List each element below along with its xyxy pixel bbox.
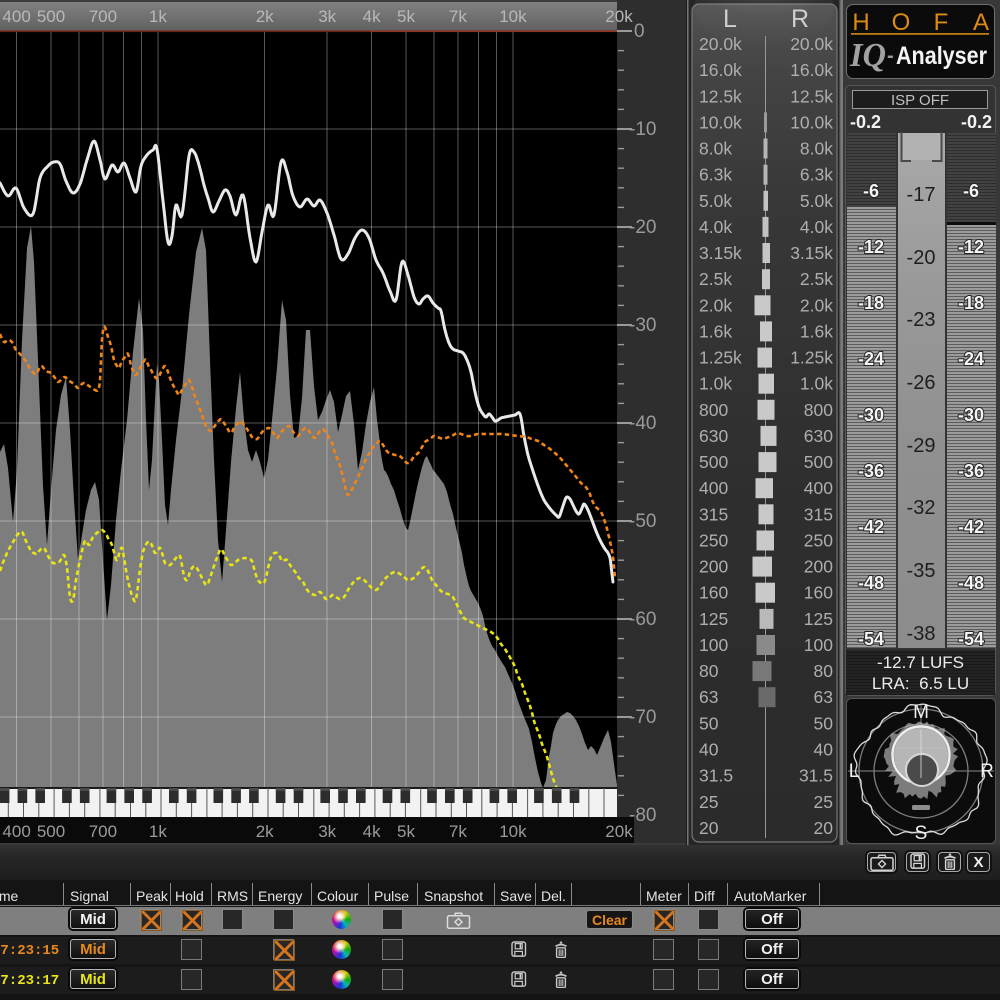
svg-text:80: 80 xyxy=(814,661,834,681)
svg-text:2.5k: 2.5k xyxy=(699,269,732,289)
svg-text:3k: 3k xyxy=(318,822,336,841)
svg-text:200: 200 xyxy=(699,557,728,577)
svg-text:700: 700 xyxy=(89,7,117,26)
svg-text:8.0k: 8.0k xyxy=(699,139,732,159)
svg-text:1.0k: 1.0k xyxy=(699,374,732,394)
svg-text:-10: -10 xyxy=(629,119,656,140)
svg-text:400: 400 xyxy=(2,7,30,26)
svg-text:400: 400 xyxy=(804,478,833,498)
svg-text:L: L xyxy=(723,5,737,33)
svg-text:4.0k: 4.0k xyxy=(800,217,833,237)
svg-text:31.5: 31.5 xyxy=(699,766,733,786)
svg-text:700: 700 xyxy=(89,822,117,841)
svg-text:2.0k: 2.0k xyxy=(800,295,833,315)
svg-text:-20: -20 xyxy=(629,217,656,238)
svg-text:8.0k: 8.0k xyxy=(800,139,833,159)
svg-text:R: R xyxy=(980,761,994,782)
svg-text:50: 50 xyxy=(699,713,719,733)
svg-text:S: S xyxy=(915,823,928,844)
svg-text:16.0k: 16.0k xyxy=(790,60,833,80)
svg-text:800: 800 xyxy=(804,400,833,420)
svg-text:1.25k: 1.25k xyxy=(699,348,742,368)
svg-text:5k: 5k xyxy=(397,7,415,26)
svg-text:2.0k: 2.0k xyxy=(699,295,732,315)
svg-text:20: 20 xyxy=(814,818,834,838)
svg-text:1.6k: 1.6k xyxy=(800,321,833,341)
svg-text:3.15k: 3.15k xyxy=(699,243,742,263)
svg-text:1.25k: 1.25k xyxy=(790,348,833,368)
svg-text:315: 315 xyxy=(804,504,833,524)
svg-text:M: M xyxy=(913,702,929,723)
svg-text:10.0k: 10.0k xyxy=(790,112,833,132)
svg-text:5k: 5k xyxy=(397,822,415,841)
svg-text:12.5k: 12.5k xyxy=(790,86,833,106)
svg-text:1k: 1k xyxy=(149,822,167,841)
svg-text:200: 200 xyxy=(804,557,833,577)
svg-text:500: 500 xyxy=(37,822,65,841)
svg-text:5.0k: 5.0k xyxy=(800,191,833,211)
svg-text:25: 25 xyxy=(699,792,718,812)
svg-text:-60: -60 xyxy=(629,609,656,630)
svg-text:125: 125 xyxy=(699,609,728,629)
svg-text:16.0k: 16.0k xyxy=(699,60,742,80)
svg-text:160: 160 xyxy=(699,583,728,603)
svg-text:3.15k: 3.15k xyxy=(790,243,833,263)
svg-text:2k: 2k xyxy=(256,822,274,841)
svg-text:800: 800 xyxy=(699,400,728,420)
svg-text:630: 630 xyxy=(699,426,728,446)
svg-text:4k: 4k xyxy=(363,822,381,841)
svg-text:5.0k: 5.0k xyxy=(699,191,732,211)
svg-text:63: 63 xyxy=(699,687,718,707)
svg-text:100: 100 xyxy=(804,635,833,655)
svg-text:-80: -80 xyxy=(629,805,656,826)
svg-text:2.5k: 2.5k xyxy=(800,269,833,289)
svg-text:4.0k: 4.0k xyxy=(699,217,732,237)
svg-text:7k: 7k xyxy=(449,7,467,26)
svg-text:20.0k: 20.0k xyxy=(790,34,833,54)
svg-text:31.5: 31.5 xyxy=(799,766,833,786)
svg-text:3k: 3k xyxy=(318,7,336,26)
svg-text:80: 80 xyxy=(699,661,719,681)
svg-text:12.5k: 12.5k xyxy=(699,86,742,106)
svg-text:1k: 1k xyxy=(149,7,167,26)
svg-text:100: 100 xyxy=(699,635,728,655)
svg-text:10.0k: 10.0k xyxy=(699,112,742,132)
svg-text:-70: -70 xyxy=(629,707,656,728)
svg-text:160: 160 xyxy=(804,583,833,603)
svg-text:10k: 10k xyxy=(499,822,527,841)
svg-text:2k: 2k xyxy=(256,7,274,26)
svg-text:20.0k: 20.0k xyxy=(699,34,742,54)
svg-text:500: 500 xyxy=(804,452,833,472)
svg-text:6.3k: 6.3k xyxy=(699,165,732,185)
svg-text:40: 40 xyxy=(814,740,834,760)
svg-text:630: 630 xyxy=(804,426,833,446)
svg-text:1.6k: 1.6k xyxy=(699,321,732,341)
svg-text:1.0k: 1.0k xyxy=(800,374,833,394)
svg-text:125: 125 xyxy=(804,609,833,629)
svg-text:400: 400 xyxy=(2,822,30,841)
svg-text:10k: 10k xyxy=(499,7,527,26)
svg-text:7k: 7k xyxy=(449,822,467,841)
svg-text:-40: -40 xyxy=(629,413,656,434)
svg-text:500: 500 xyxy=(699,452,728,472)
svg-text:315: 315 xyxy=(699,504,728,524)
svg-text:-30: -30 xyxy=(629,315,656,336)
svg-text:L: L xyxy=(849,761,860,782)
svg-text:500: 500 xyxy=(37,7,65,26)
svg-text:25: 25 xyxy=(814,792,833,812)
svg-text:R: R xyxy=(791,5,809,33)
svg-text:250: 250 xyxy=(804,531,833,551)
svg-text:6.3k: 6.3k xyxy=(800,165,833,185)
svg-text:40: 40 xyxy=(699,740,719,760)
svg-text:20: 20 xyxy=(699,818,719,838)
svg-text:250: 250 xyxy=(699,531,728,551)
svg-text:-50: -50 xyxy=(629,511,656,532)
svg-text:0: 0 xyxy=(634,21,645,42)
svg-text:50: 50 xyxy=(814,713,834,733)
svg-text:63: 63 xyxy=(814,687,833,707)
svg-text:20k: 20k xyxy=(605,7,633,26)
svg-text:4k: 4k xyxy=(363,7,381,26)
svg-text:400: 400 xyxy=(699,478,728,498)
